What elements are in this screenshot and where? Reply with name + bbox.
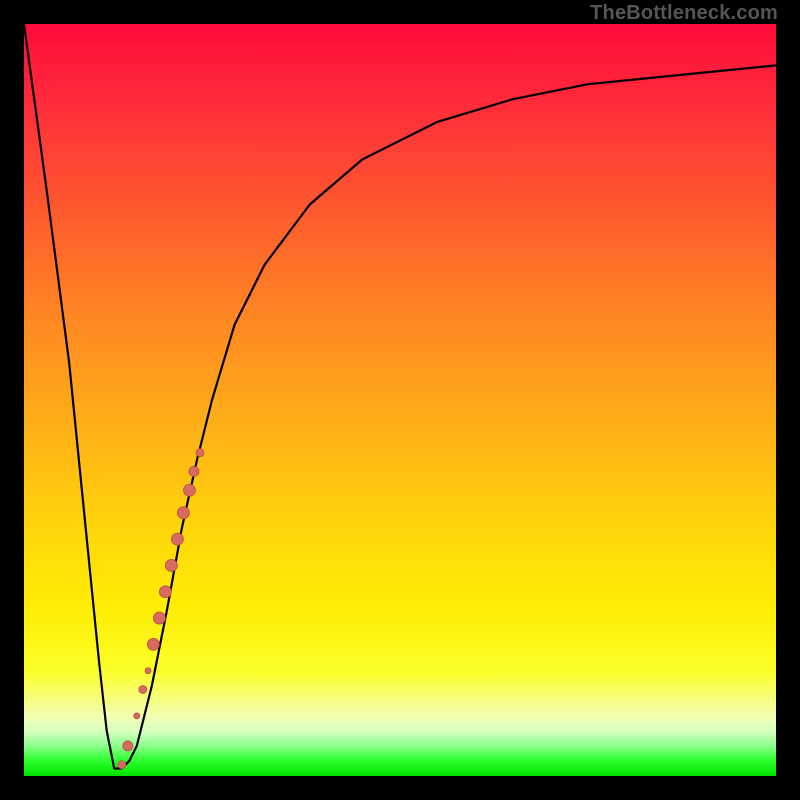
data-marker xyxy=(177,507,189,519)
data-marker xyxy=(145,668,151,674)
data-marker xyxy=(183,484,195,496)
data-marker xyxy=(159,586,171,598)
marker-layer xyxy=(118,449,204,769)
data-marker xyxy=(139,686,147,694)
data-marker xyxy=(123,741,133,751)
data-marker xyxy=(134,713,140,719)
data-marker xyxy=(171,533,183,545)
chart-frame: TheBottleneck.com xyxy=(0,0,800,800)
chart-overlay xyxy=(24,24,776,776)
data-marker xyxy=(196,449,204,457)
data-marker xyxy=(153,612,165,624)
data-marker xyxy=(189,466,199,476)
data-marker xyxy=(118,761,126,769)
watermark-text: TheBottleneck.com xyxy=(590,2,778,25)
data-marker xyxy=(165,559,177,571)
data-marker xyxy=(147,638,159,650)
bottleneck-curve-line xyxy=(24,24,776,768)
